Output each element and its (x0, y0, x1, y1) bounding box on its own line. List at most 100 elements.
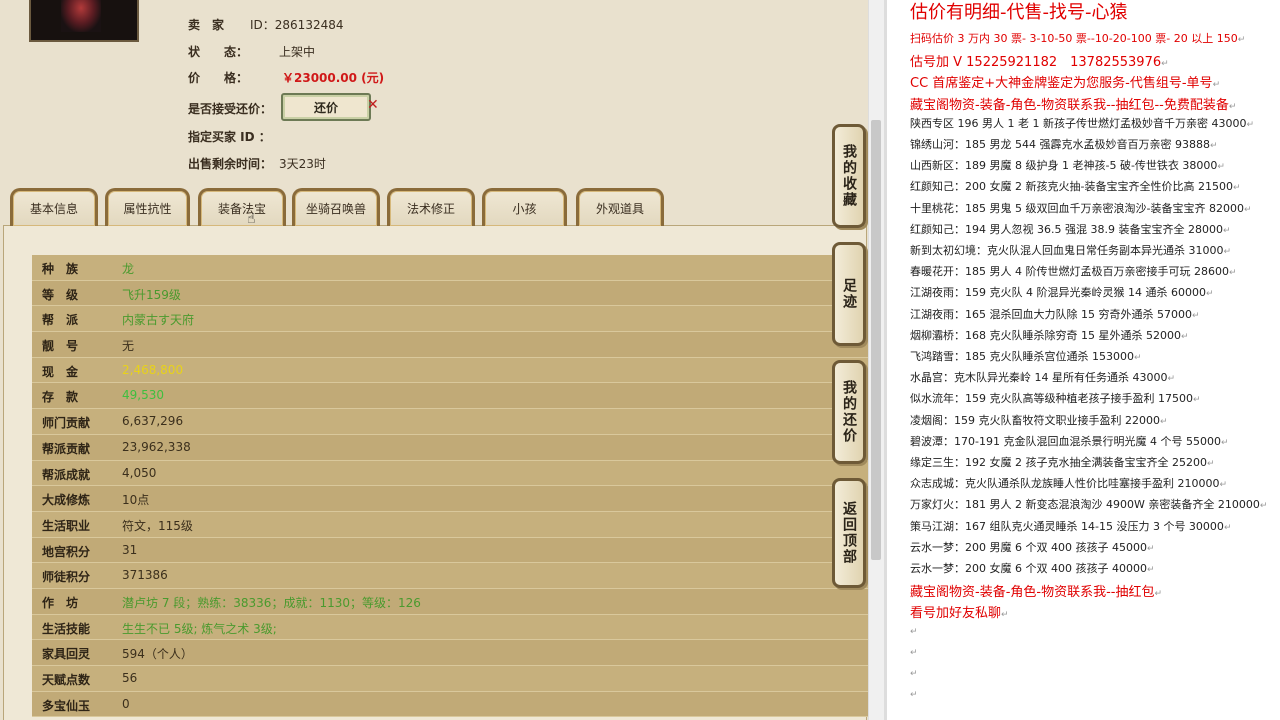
row-label: 种 族 (42, 262, 79, 276)
table-row: 现 金 2,468,800 (32, 357, 868, 384)
notes-line: ↵ (910, 624, 918, 637)
side-tab-footprint[interactable]: 足迹 (832, 242, 866, 346)
notes-line: 江湖夜雨：165 混杀回血大力队除 15 穷奇外通杀 57000↵ (910, 306, 1200, 322)
notes-line-text: 江湖夜雨：165 混杀回血大力队除 15 穷奇外通杀 57000 (910, 307, 1192, 321)
side-tab-favorites-label: 我的收藏 (841, 144, 857, 208)
paragraph-mark-icon: ↵ (1228, 101, 1237, 112)
notes-line-text: 江湖夜雨：159 克火队 4 阶混异光秦岭灵猴 14 通杀 60000 (910, 286, 1206, 300)
notes-line: 云水一梦：200 女魔 6 个双 400 孩孩子 40000↵ (910, 560, 1155, 576)
remaining-time-label: 出售剩余时间： (188, 157, 273, 171)
notes-line-text: 似水流年：159 克火队高等级种植老孩子接手盈利 17500 (910, 392, 1193, 406)
row-value: 2,468,800 (122, 362, 184, 377)
paragraph-mark-icon: ↵ (1222, 225, 1231, 236)
remaining-time-value: 3天23时 (279, 157, 326, 171)
counter-offer-label: 是否接受还价： (188, 102, 273, 116)
notes-line-text: 红颜知己：194 男人忽视 36.5 强混 38.9 装备宝宝齐全 28000 (910, 222, 1223, 236)
table-row: 帮派贡献 23,962,338 (32, 434, 868, 461)
notes-line-text: 万家灯火：181 男人 2 新变态混浪淘沙 4900W 亲密装备齐全 21000… (910, 498, 1260, 512)
tab-spell-correction[interactable]: 法术修正 (387, 188, 475, 226)
paragraph-mark-icon: ↵ (1154, 589, 1163, 600)
table-row: 等 级 飞升159级 (32, 280, 868, 307)
notes-line-text: 烟柳灞桥：168 克火队睡杀除穷奇 15 星外通杀 52000 (910, 328, 1181, 342)
notes-line: 锦绣山河：185 男龙 544 强霹克水孟极妙音百万亲密 93888↵ (910, 136, 1218, 152)
paragraph-mark-icon: ↵ (1209, 141, 1218, 151)
character-avatar (29, 0, 139, 42)
side-tab-favorites[interactable]: 我的收藏 (832, 124, 866, 228)
row-value: 10点 (122, 493, 150, 508)
row-label: 帮 派 (42, 313, 79, 328)
tab-attributes[interactable]: 属性抗性 (105, 188, 190, 226)
status-label: 状 态： (188, 45, 249, 59)
notes-line: 红颜知己：194 男人忽视 36.5 强混 38.9 装备宝宝齐全 28000↵ (910, 221, 1231, 237)
row-label: 大成修炼 (42, 493, 91, 508)
table-row: 存 款 49,530 (32, 383, 868, 410)
notes-line: ↵ (910, 645, 918, 658)
table-row: 地宫积分 31 (32, 537, 868, 564)
notes-line-text: CC 首席鉴定+大神金牌鉴定为您服务-代售组号-单号 (910, 76, 1213, 92)
notes-line: 万家灯火：181 男人 2 新变态混浪淘沙 4900W 亲密装备齐全 21000… (910, 496, 1267, 512)
paragraph-mark-icon: ↵ (1146, 565, 1155, 575)
row-value: 49,530 (122, 388, 164, 403)
table-row: 作 坊 潜卢坊 7 段；熟练：38336；成就：1130；等级：126 (32, 588, 868, 615)
tab-child[interactable]: 小孩 (482, 188, 567, 226)
side-tab-back-to-top[interactable]: 返回顶部 (832, 478, 866, 588)
row-value: 31 (122, 542, 138, 557)
notes-line: 缘定三生：192 女魔 2 孩子克水抽全满装备宝宝齐全 25200↵ (910, 454, 1215, 470)
tab-equipment[interactable]: 装备法宝 (198, 188, 286, 226)
paragraph-mark-icon: ↵ (1232, 183, 1241, 194)
notes-document: 估价有明细-代售-找号-心猿扫码估价 3 万内 30 票- 3-10-50 票-… (884, 0, 1280, 720)
notes-line-text: 云水一梦：200 女魔 6 个双 400 孩孩子 40000 (910, 562, 1147, 575)
paragraph-mark-icon: ↵ (1259, 501, 1268, 512)
row-label: 生活职业 (42, 518, 91, 533)
seller-value: ID：286132484 (250, 18, 344, 32)
table-row: 种 族龙 (32, 255, 868, 281)
notes-line: 十里桃花：185 男鬼 5 级双回血千万亲密浪淘沙-装备宝宝齐 82000↵ (910, 200, 1252, 216)
notes-line: 扫码估价 3 万内 30 票- 3-10-50 票--10-20-100 票- … (910, 30, 1245, 46)
notes-line-text: 众志成城：克火队通杀队龙族睡人性价比哇塞接手盈利 210000 (910, 477, 1220, 491)
notes-line: 估号加 V 15225921182 13782553976↵ (910, 51, 1169, 70)
row-label: 师徒积分 (42, 570, 91, 585)
paragraph-mark-icon: ↵ (1212, 80, 1221, 91)
paragraph-mark-icon: ↵ (1205, 289, 1214, 300)
cursor-icon: ☝ (247, 211, 256, 227)
notes-line: 水晶宫：克木队异光秦岭 14 星所有任务通杀 43000↵ (910, 369, 1175, 385)
row-label: 家具回灵 (42, 647, 91, 662)
side-tab-my-offers[interactable]: 我的还价 (832, 360, 866, 464)
row-value: 371386 (122, 568, 168, 583)
close-icon[interactable]: ✕ (367, 97, 379, 113)
tab-basic-info[interactable]: 基本信息 (10, 188, 98, 226)
notes-line: 山西新区：189 男魔 8 级护身 1 老神孩-5 破-传世铁衣 38000↵ (910, 157, 1225, 173)
paragraph-mark-icon: ↵ (1159, 416, 1168, 427)
notes-line: 碧波潭：170-191 克金队混回血混杀景行明光魔 4 个号 55000↵ (910, 433, 1228, 449)
paragraph-mark-icon: ↵ (1228, 268, 1237, 279)
tab-mounts-summons[interactable]: 坐骑召唤兽 (292, 188, 380, 226)
row-value: 符文，115级 (122, 518, 193, 533)
table-row: 大成修炼 10点 (32, 486, 868, 512)
notes-line-text: 飞鸿踏雪：185 克火队睡杀宫位通杀 153000 (910, 350, 1134, 363)
notes-line: 看号加好友私聊↵ (910, 602, 1009, 621)
paragraph-mark-icon: ↵ (1223, 247, 1232, 257)
notes-line-text: 锦绣山河：185 男龙 544 强霹克水孟极妙音百万亲密 93888 (910, 138, 1210, 151)
paragraph-mark-icon: ↵ (1001, 610, 1009, 621)
notes-line: 红颜知己：200 女魔 2 新孩克火抽-装备宝宝齐全性价比高 21500↵ (910, 178, 1241, 194)
tab-appearance[interactable]: 外观道具 (576, 188, 664, 226)
notes-line-text: 估价有明细-代售-找号-心猿 (910, 2, 1128, 23)
paragraph-mark-icon: ↵ (910, 626, 918, 637)
notes-line: 凌烟阁：159 克火队畜牧符文职业接手盈利 22000↵ (910, 412, 1168, 428)
row-value: 4,050 (122, 465, 157, 480)
row-label: 地宫积分 (42, 544, 91, 559)
notes-line-text: 策马江湖：167 组队克火通灵睡杀 14-15 没压力 3 个号 30000 (910, 519, 1224, 533)
row-label: 现 金 (42, 364, 79, 379)
notes-line-text: 扫码估价 3 万内 30 票- 3-10-50 票--10-20-100 票- … (910, 32, 1238, 45)
seller-label: 卖 家 (188, 18, 225, 32)
paragraph-mark-icon: ↵ (1191, 310, 1200, 321)
notes-line: 云水一梦：200 男魔 6 个双 400 孩孩子 45000↵ (910, 539, 1155, 555)
notes-line: 策马江湖：167 组队克火通灵睡杀 14-15 没压力 3 个号 30000↵ (910, 518, 1231, 534)
counter-offer-button[interactable]: 还价 (281, 93, 371, 121)
row-value: 内蒙古す天府 (122, 313, 195, 328)
notes-line-text: 陕西专区 196 男人 1 老 1 新孩子传世燃灯孟极妙音千万亲密 43000 (910, 116, 1247, 130)
scrollbar-thumb[interactable] (871, 120, 881, 560)
price-label: 价 格： (188, 71, 249, 85)
notes-heading: 估价有明细-代售-找号-心猿 (910, 0, 1127, 24)
row-label: 靓 号 (42, 339, 79, 354)
